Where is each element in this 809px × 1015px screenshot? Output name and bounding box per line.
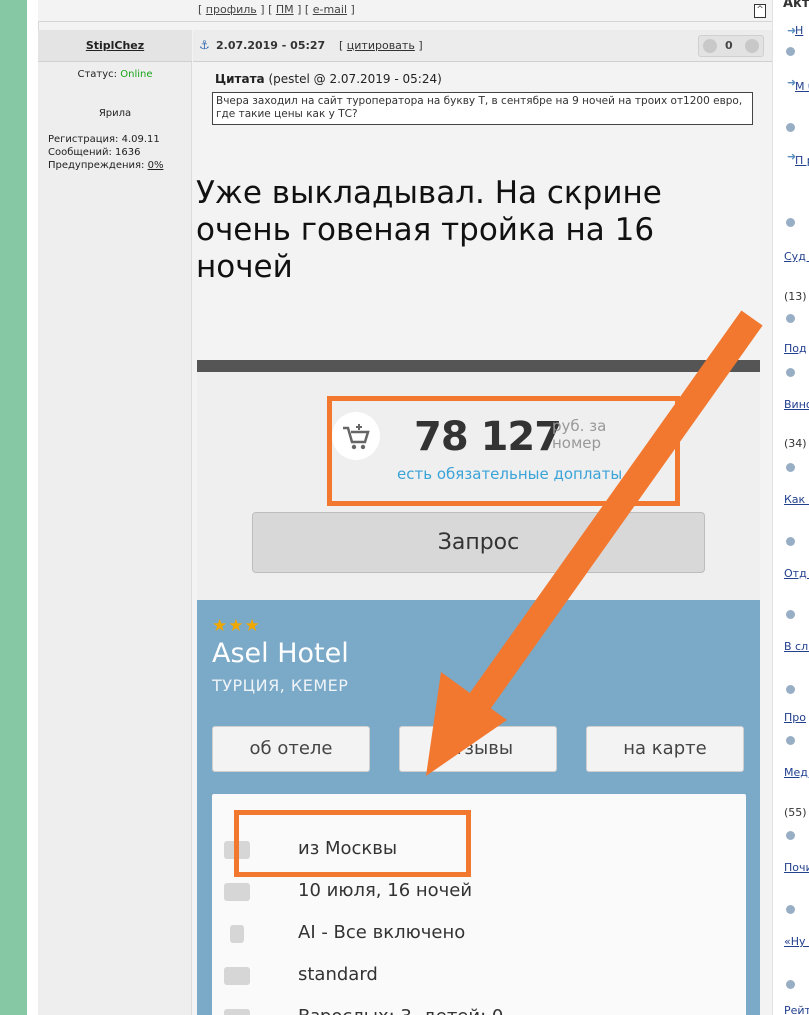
author-column [38,30,192,1015]
hotel-name: Asel Hotel [212,638,349,669]
price-section: 78 127 руб. за номер есть обязательные д… [197,372,760,600]
sidebar-topic-13[interactable]: «Ну там [784,931,809,953]
quote-header: Цитата (pestel @ 2.07.2019 - 05:24) [215,72,442,86]
scroll-top-button[interactable]: ^ [754,4,766,18]
user-icon [786,537,795,546]
tab-on-map[interactable]: на карте [586,726,744,772]
sidebar-topic-12[interactable]: Почи чем [784,857,809,879]
anchor-icon[interactable]: ⚓ [199,38,210,52]
calendar-icon [224,883,250,901]
user-icon [786,905,795,914]
user-icon [786,980,795,989]
sidebar-topic-7[interactable]: Как чужи [784,489,809,511]
sidebar-topic-1[interactable]: Н [795,24,803,37]
sidebar-topic-9[interactable]: В сл унич [784,636,809,658]
room-type: standard [298,964,378,985]
sidebar-topic-6[interactable]: Вино маш [784,394,809,416]
post-author-header: StiplChez [38,30,192,62]
user-icon [786,123,795,132]
hotel-stars: ★★★ [212,616,261,636]
request-button[interactable]: Запрос [252,512,705,573]
vote-widget: 0 [698,35,764,57]
user-icon [786,314,795,323]
user-icon [786,47,795,56]
departure-highlight-box [234,810,471,877]
travel-dates: 10 июля, 16 ночей [298,880,473,901]
user-icon [786,368,795,377]
author-rank: Ярила [98,108,132,119]
meal-icon [230,925,244,943]
post-date: 2.07.2019 - 05:27 [216,39,326,52]
left-gap [27,0,38,1015]
user-icon [786,463,795,472]
author-stats: Регистрация: 4.09.11 Сообщений: 1636 Пре… [48,133,163,172]
status-value: Online [120,69,153,80]
sidebar-topic-5[interactable]: Под [784,342,807,355]
guests: Взрослых: 3, детей: 0 [298,1006,748,1015]
warnings-value[interactable]: 0% [148,160,164,171]
bed-icon [224,967,250,985]
message-count: Сообщений: 1636 [48,147,141,158]
sidebar-count-1: (13) [784,290,807,303]
profile-links: [ профиль ] [ ПМ ] [ e-mail ] [198,3,355,16]
meal-plan: AI - Все включено [298,922,466,943]
sidebar-topic-14[interactable]: Рейт [784,1004,809,1015]
sidebar-count-2: (34) [784,437,807,450]
author-name[interactable]: StiplChez [38,39,192,52]
left-green-margin [0,0,27,1015]
quote-box: Вчера заходил на сайт туроператора на бу… [212,92,753,125]
quote-title: Цитата [215,72,265,86]
thumb-down-icon[interactable] [703,39,717,53]
registration-date: Регистрация: 4.09.11 [48,134,160,145]
hotel-panel: ★★★ Asel Hotel ТУРЦИЯ, КЕМЕР об отеле от… [197,600,760,1015]
quote-button[interactable]: [ цитировать ] [339,39,423,52]
sidebar-topic-2[interactable]: М бесп [795,76,809,98]
sidebar-topic-3[interactable]: П реви во... [795,150,809,172]
vote-count: 0 [725,39,733,52]
price-highlight-box [327,396,680,506]
sidebar-topic-11[interactable]: Мед комп [784,762,809,784]
tab-reviews[interactable]: отзывы [399,726,557,772]
sidebar-count-3: (55) [784,806,807,819]
user-icon [786,736,795,745]
right-sidebar: Акт ➜ Н ➜ М бесп ➜ П реви во... Суд ОСА … [772,0,809,1015]
sidebar-topic-4[interactable]: Суд ОСА [784,246,809,268]
previous-post-footer: [ профиль ] [ ПМ ] [ e-mail ] ^ [38,0,772,22]
warnings: Предупреждения: 0% [48,159,163,172]
pm-link[interactable]: ПМ [276,3,294,16]
post-header: ⚓ 2.07.2019 - 05:27 [ цитировать ] 0 [193,30,772,62]
quote-button-label[interactable]: цитировать [347,39,415,52]
sidebar-heading: Акт [783,0,809,11]
screenshot-top-bar [197,360,760,372]
thumb-up-icon[interactable] [745,39,759,53]
quote-meta: (pestel @ 2.07.2019 - 05:24) [268,72,442,86]
tab-about-hotel[interactable]: об отеле [212,726,370,772]
embedded-screenshot: 78 127 руб. за номер есть обязательные д… [197,360,760,1015]
user-icon [786,610,795,619]
post-body: Уже выкладывал. На скрине очень говеная … [196,175,662,285]
user-icon [786,218,795,227]
email-link[interactable]: e-mail [313,3,347,16]
profile-link[interactable]: профиль [206,3,257,16]
sidebar-topic-8[interactable]: Отд был [784,563,809,585]
status-label: Статус: [77,69,118,80]
author-status: Статус: Online [38,69,192,80]
user-icon [786,685,795,694]
sidebar-topic-10[interactable]: Про [784,711,806,724]
people-icon [224,1009,250,1015]
hotel-location: ТУРЦИЯ, КЕМЕР [212,676,349,695]
warnings-label: Предупреждения: [48,160,145,171]
user-icon [786,831,795,840]
